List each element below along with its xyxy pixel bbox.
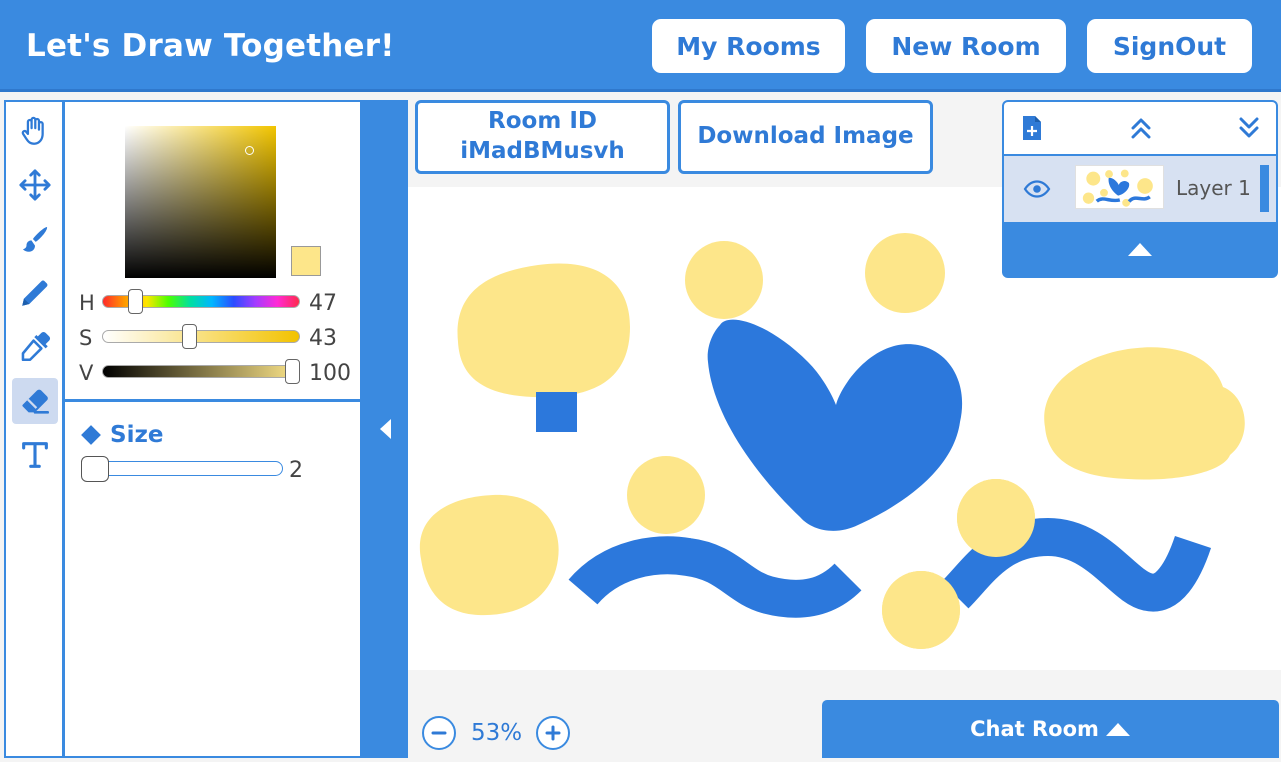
zoom-out-button[interactable] <box>422 716 456 750</box>
new-room-button[interactable]: New Room <box>866 19 1066 73</box>
saturation-slider[interactable] <box>102 330 300 343</box>
layer-name: Layer 1 <box>1176 176 1251 200</box>
text-tool-button[interactable] <box>12 432 58 478</box>
hand-icon <box>21 116 44 145</box>
sign-out-button[interactable]: SignOut <box>1087 19 1252 73</box>
caret-left-icon <box>380 419 391 439</box>
hue-value: 47 <box>309 291 337 316</box>
app-header: Let's Draw Together! My Rooms New Room S… <box>0 0 1281 92</box>
value-value: 100 <box>309 361 351 386</box>
layer-thumbnail <box>1075 165 1164 209</box>
layer-thumbnail-image <box>1082 169 1153 207</box>
layers-toolbar <box>1004 102 1276 154</box>
hand-tool-button[interactable] <box>12 108 58 154</box>
chat-room-label: Chat Room <box>970 717 1099 741</box>
room-id-label: Room ID <box>488 108 597 135</box>
plus-icon <box>545 725 561 741</box>
hue-label: H <box>79 291 95 315</box>
value-slider[interactable] <box>102 365 300 378</box>
hue-slider-knob[interactable] <box>128 289 143 314</box>
eyedropper-icon <box>21 331 51 362</box>
size-label: Size <box>110 422 164 448</box>
picker-cursor[interactable] <box>245 146 254 155</box>
eyedropper-tool-button[interactable] <box>12 324 58 370</box>
app-title: Let's Draw Together! <box>26 28 395 64</box>
move-icon <box>19 169 51 201</box>
layers-panel: Layer 1 <box>1002 100 1278 278</box>
current-color-swatch <box>291 246 321 276</box>
double-chevron-up-icon <box>1131 118 1151 139</box>
brush-tool-button[interactable] <box>12 216 58 262</box>
saturation-label: S <box>79 326 93 350</box>
value-slider-knob[interactable] <box>285 359 300 384</box>
double-chevron-down-icon <box>1239 117 1259 138</box>
collapse-panel-button[interactable] <box>362 100 408 758</box>
size-slider-knob[interactable] <box>81 456 109 482</box>
tool-options-panel: H 47 S 43 V 100 Size 2 <box>65 100 362 758</box>
add-layer-button[interactable] <box>1016 112 1048 144</box>
diamond-icon <box>81 425 101 445</box>
size-heading: Size <box>81 422 163 448</box>
add-file-icon <box>1023 116 1041 140</box>
text-icon <box>22 442 48 468</box>
room-id-button[interactable]: Room ID iMadBMusvh <box>415 100 670 174</box>
minus-icon <box>431 731 447 735</box>
zoom-level: 53% <box>471 720 523 746</box>
size-slider[interactable] <box>81 461 283 476</box>
download-image-button[interactable]: Download Image <box>678 100 933 174</box>
caret-up-icon <box>1105 723 1130 736</box>
pencil-icon <box>22 280 48 306</box>
saturation-value-picker[interactable] <box>125 126 276 278</box>
size-value: 2 <box>289 458 303 483</box>
chat-room-toggle[interactable]: Chat Room <box>822 700 1279 758</box>
eye-icon <box>1023 180 1051 198</box>
pencil-tool-button[interactable] <box>12 270 58 316</box>
room-id-value: iMadBMusvh <box>460 138 625 164</box>
panel-divider <box>65 399 360 402</box>
my-rooms-button[interactable]: My Rooms <box>652 19 845 73</box>
move-layer-up-button[interactable] <box>1125 112 1157 144</box>
layer-visibility-toggle[interactable] <box>1022 176 1052 202</box>
eraser-tool-button[interactable] <box>12 378 58 424</box>
eraser-icon <box>22 389 50 414</box>
expand-layers-button[interactable] <box>1127 240 1153 258</box>
brush-icon <box>22 226 48 252</box>
layer-item[interactable]: Layer 1 <box>1004 156 1276 222</box>
saturation-value: 43 <box>309 326 337 351</box>
move-layer-down-button[interactable] <box>1233 112 1265 144</box>
saturation-slider-knob[interactable] <box>182 324 197 349</box>
zoom-in-button[interactable] <box>536 716 570 750</box>
tool-bar <box>4 100 65 758</box>
caret-up-icon <box>1128 243 1152 256</box>
move-tool-button[interactable] <box>12 162 58 208</box>
layer-selected-indicator <box>1260 165 1269 212</box>
value-label: V <box>79 361 94 385</box>
